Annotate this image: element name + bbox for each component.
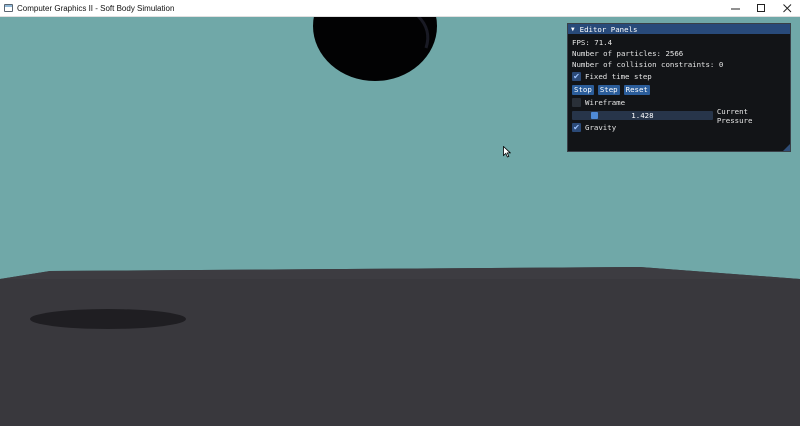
floor-plane <box>0 267 800 426</box>
particle-count-readout: Number of particles: 2566 <box>572 49 684 58</box>
sphere-shadow <box>30 309 186 329</box>
editor-panel-title: Editor Panels <box>579 24 638 34</box>
close-icon <box>782 3 791 12</box>
application-window: Computer Graphics II - Soft Body Simulat… <box>0 0 800 426</box>
editor-panel-body: FPS: 71.4 Number of particles: 2566 Numb… <box>568 34 790 133</box>
reset-button[interactable]: Reset <box>623 85 650 95</box>
gravity-label: Gravity <box>585 123 617 132</box>
window-app-icon <box>4 4 13 12</box>
collision-constraints-readout: Number of collision constraints: 0 <box>572 60 724 69</box>
wireframe-label: Wireframe <box>585 98 626 107</box>
editor-panel[interactable]: ▼ Editor Panels FPS: 71.4 Number of part… <box>567 23 791 152</box>
gravity-checkbox[interactable]: ✔ <box>572 123 581 132</box>
floor-back-edge <box>0 267 800 279</box>
stop-button[interactable]: Stop <box>572 85 594 95</box>
minimize-button[interactable] <box>722 0 748 16</box>
window-title: Computer Graphics II - Soft Body Simulat… <box>17 3 175 13</box>
fixed-time-step-label: Fixed time step <box>585 72 652 81</box>
fixed-time-step-checkbox[interactable]: ✔ <box>572 72 581 81</box>
maximize-button[interactable] <box>748 0 774 16</box>
checkmark-icon: ✔ <box>573 123 580 132</box>
pressure-slider-row: 1.428 Current Pressure <box>572 107 786 125</box>
simulation-button-row: Stop Step Reset <box>572 85 786 96</box>
panel-resize-grip[interactable] <box>783 144 790 151</box>
pressure-value: 1.428 <box>631 111 654 120</box>
pressure-slider[interactable]: 1.428 <box>572 111 713 120</box>
fps-readout: FPS: 71.4 <box>572 38 613 47</box>
maximize-icon <box>756 3 765 12</box>
pressure-label: Current Pressure <box>716 106 753 125</box>
checkmark-icon: ✔ <box>573 72 580 81</box>
mouse-cursor-icon <box>503 146 511 158</box>
step-button[interactable]: Step <box>597 85 620 95</box>
title-bar: Computer Graphics II - Soft Body Simulat… <box>0 0 800 17</box>
editor-panel-header[interactable]: ▼ Editor Panels <box>568 24 790 34</box>
wireframe-checkbox[interactable] <box>572 98 581 107</box>
fixed-time-step-checkbox-row[interactable]: ✔ Fixed time step <box>572 71 786 82</box>
window-controls <box>722 0 800 16</box>
minimize-icon <box>730 8 740 9</box>
collapse-triangle-icon[interactable]: ▼ <box>571 26 575 33</box>
close-button[interactable] <box>774 0 800 16</box>
